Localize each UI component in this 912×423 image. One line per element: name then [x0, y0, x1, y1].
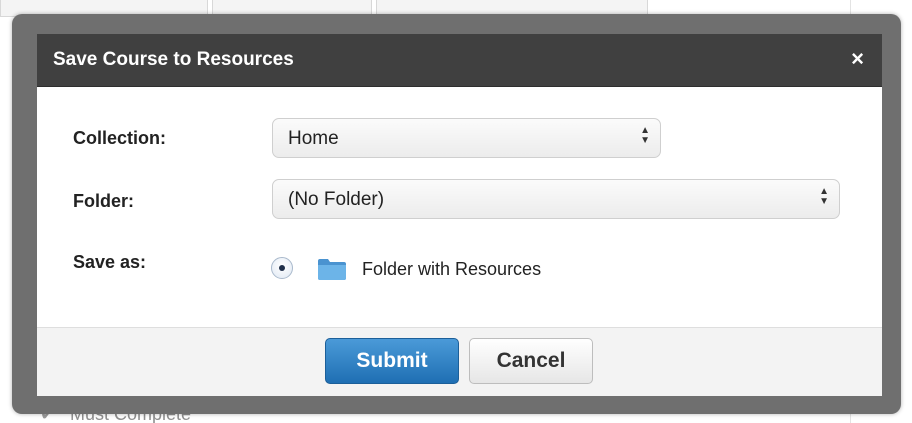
dialog-title: Save Course to Resources — [53, 49, 294, 70]
save-course-dialog: Save Course to Resources × Collection: H… — [37, 34, 882, 396]
collection-label: Collection: — [73, 128, 166, 148]
close-button[interactable]: × — [851, 46, 864, 72]
select-arrows-icon: ▲ ▼ — [819, 186, 829, 207]
folder-label: Folder: — [73, 191, 134, 211]
save-as-label: Save as: — [73, 252, 147, 272]
dialog-header: Save Course to Resources × — [37, 34, 882, 87]
select-arrows-icon: ▲ ▼ — [640, 125, 650, 146]
folder-select-value: (No Folder) — [288, 189, 385, 210]
save-as-option-label: Folder with Resources — [362, 259, 542, 279]
dialog-body: Collection: Home ▲ ▼ Folder: (No Folder) … — [37, 87, 882, 327]
collection-select[interactable]: Home ▲ ▼ — [272, 118, 661, 158]
folder-select[interactable]: (No Folder) ▲ ▼ — [272, 179, 840, 219]
dialog-footer: Submit Cancel — [37, 327, 882, 396]
save-as-radio[interactable] — [271, 257, 293, 279]
folder-icon — [318, 259, 346, 280]
cancel-button[interactable]: Cancel — [469, 338, 593, 384]
submit-button[interactable]: Submit — [325, 338, 459, 384]
radio-selected-dot — [279, 265, 285, 271]
collection-select-value: Home — [288, 128, 339, 149]
